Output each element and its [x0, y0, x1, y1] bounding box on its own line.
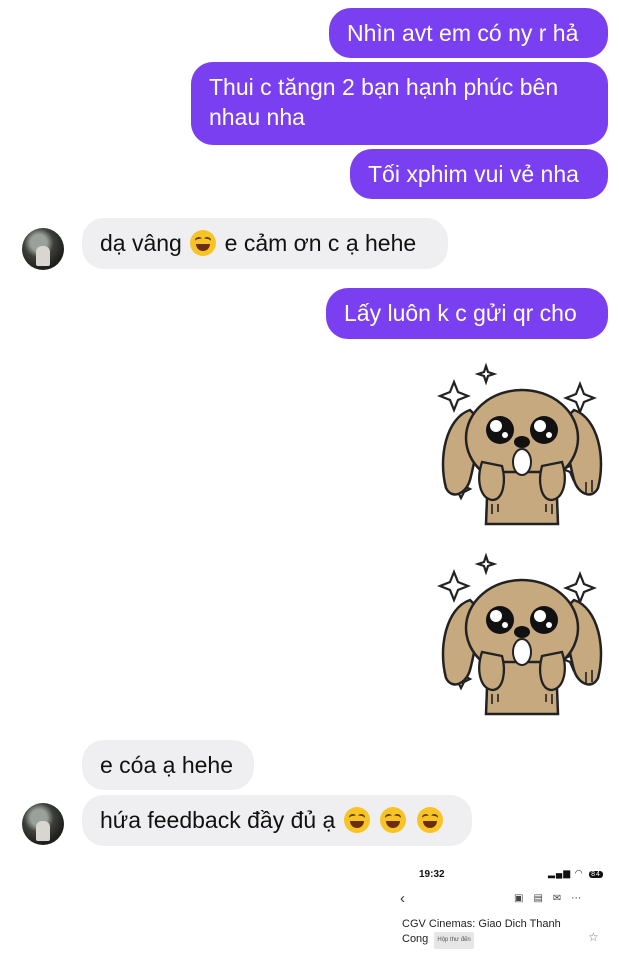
email-toolbar: ▣▤✉⋯ [514, 893, 591, 904]
laugh-emoji-icon [416, 807, 443, 833]
outgoing-message[interactable]: Lấy luôn k c gửi qr cho [326, 288, 608, 339]
back-icon[interactable]: ‹ [400, 890, 405, 907]
outgoing-message[interactable]: Tối xphim vui vẻ nha [350, 149, 608, 199]
outgoing-message[interactable]: Nhìn avt em có ny r hả [329, 8, 608, 58]
incoming-message[interactable]: dạ vâng e cảm ơn c ạ hehe [82, 218, 448, 269]
battery-icon: 84 [589, 871, 603, 878]
incoming-message[interactable]: e cóa ạ hehe [82, 740, 254, 790]
message-text: Tối xphim vui vẻ nha [368, 161, 579, 187]
more-icon[interactable]: ⋯ [571, 893, 591, 904]
contact-avatar[interactable] [22, 803, 64, 845]
message-text: e cóa ạ hehe [100, 752, 234, 778]
email-subject-line: CGV Cinemas: Giao Dich Thanh [402, 918, 561, 930]
message-text: Lấy luôn k c gửi qr cho [344, 300, 577, 326]
laugh-emoji-icon [190, 230, 217, 256]
star-icon[interactable]: ☆ [588, 930, 599, 944]
laugh-emoji-icon [343, 807, 370, 833]
inbox-label: Hộp thư đến [434, 932, 474, 949]
mail-icon[interactable]: ✉ [553, 893, 571, 904]
puppy-sticker-icon[interactable] [436, 362, 608, 526]
archive-icon[interactable]: ▣ [514, 893, 533, 904]
laugh-emoji-icon [380, 807, 407, 833]
email-subject-line: Cong [402, 933, 429, 945]
wifi-icon: ◠ [574, 868, 584, 878]
puppy-sticker-icon[interactable] [436, 552, 608, 716]
status-time: 19:32 [419, 869, 445, 880]
message-text: e cảm ơn c ạ hehe [224, 230, 417, 256]
message-text: dạ vâng [100, 230, 182, 256]
status-icons: ▂▄▆ ◠ 84 [548, 868, 603, 879]
signal-icon: ▂▄▆ [548, 868, 572, 878]
incoming-message[interactable]: hứa feedback đầy đủ ạ [82, 795, 472, 846]
email-subject: CGV Cinemas: Giao Dich Thanh Cong Hộp th… [402, 917, 592, 949]
message-text: hứa feedback đầy đủ ạ [100, 807, 336, 833]
trash-icon[interactable]: ▤ [533, 893, 552, 904]
outgoing-message[interactable]: Thui c tăngn 2 bạn hạnh phúc bên nhau nh… [191, 62, 608, 145]
contact-avatar[interactable] [22, 228, 64, 270]
email-screenshot-preview[interactable]: 19:32 ▂▄▆ ◠ 84 ‹ ▣▤✉⋯ CGV Cinemas: Giao … [392, 860, 612, 960]
message-text-line: nhau nha [209, 104, 305, 130]
message-text-line: Thui c tăngn 2 bạn hạnh phúc bên [209, 74, 559, 100]
message-text: Nhìn avt em có ny r hả [347, 20, 579, 46]
